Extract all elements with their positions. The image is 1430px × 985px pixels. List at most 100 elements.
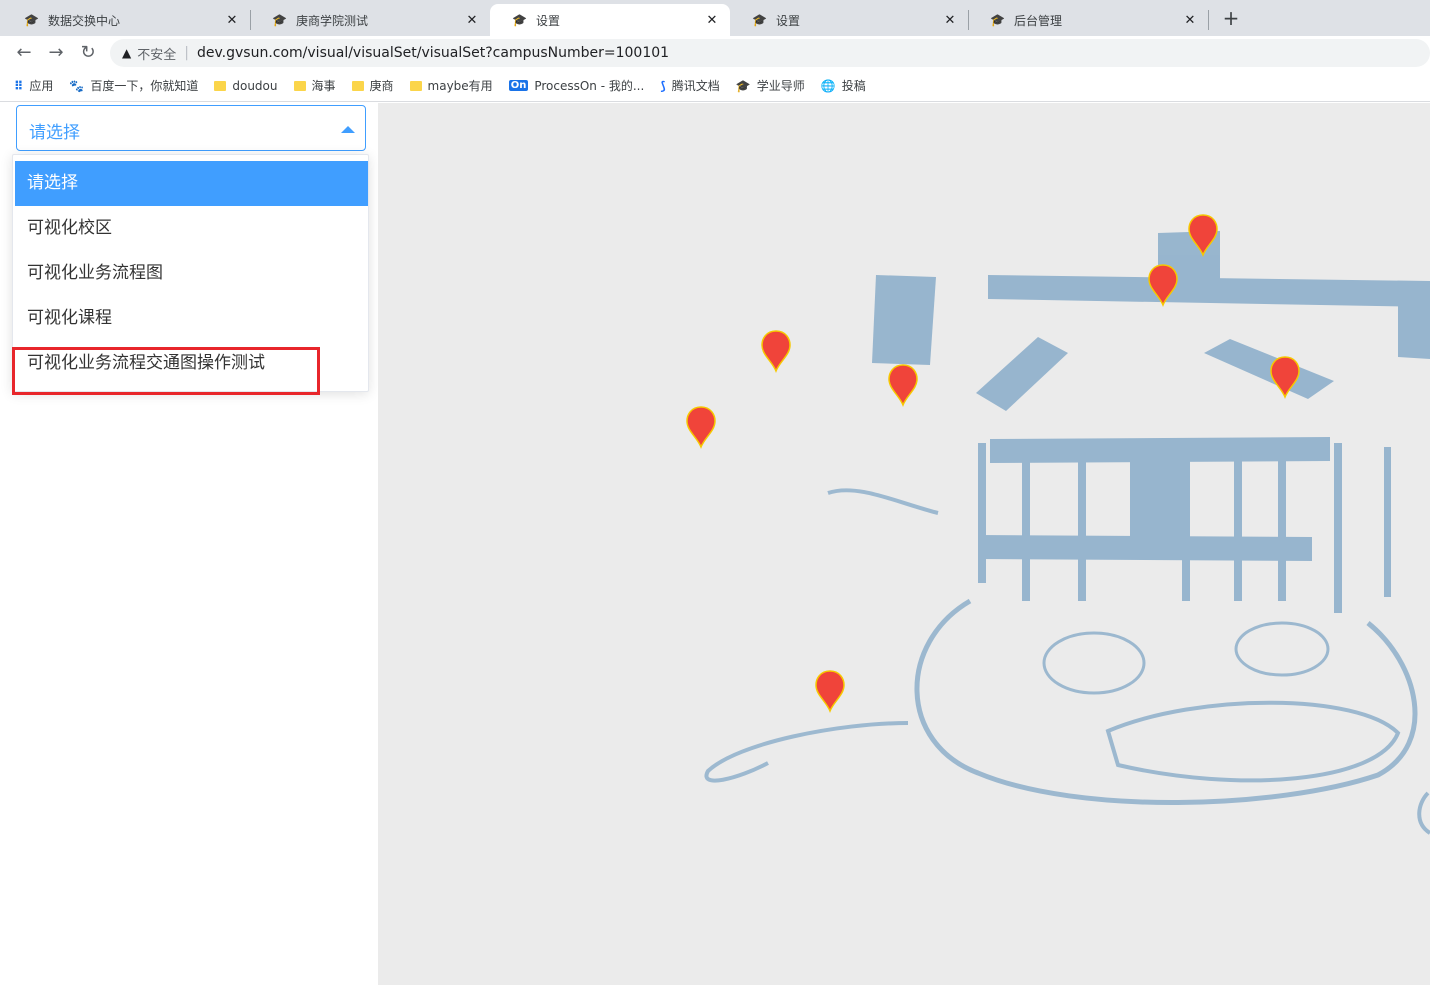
processon-icon: On	[508, 80, 529, 91]
apps-icon: ⠿	[14, 78, 24, 93]
bookmark-label: ProcessOn - 我的...	[534, 79, 645, 93]
close-icon[interactable]: ✕	[942, 13, 958, 28]
bookmark-label: maybe有用	[427, 79, 493, 93]
building-shape	[1078, 461, 1086, 601]
bookmark-label: 百度一下，你就知道	[90, 79, 199, 93]
bookmark-doudou[interactable]: doudou	[214, 78, 278, 93]
bookmark-label: 腾讯文档	[671, 79, 720, 93]
building-shape	[1130, 461, 1184, 537]
select-option[interactable]: 可视化校区	[15, 206, 368, 251]
browser-tab-4[interactable]: 🎓 设置 ✕	[730, 4, 968, 36]
type-select[interactable]: 请选择	[16, 105, 366, 151]
building-shape	[1384, 447, 1391, 597]
address-bar[interactable]: ▲ 不安全 | dev.gvsun.com/visual/visualSet/v…	[110, 39, 1430, 67]
close-icon[interactable]: ✕	[224, 13, 240, 28]
tencent-docs-icon: ⟆	[660, 78, 666, 93]
graduation-cap-icon: 🎓	[272, 13, 287, 27]
chevron-up-icon[interactable]	[341, 126, 355, 133]
page-content: 请选择 请选择 可视化校区 可视化业务流程图 可视化课程 可视化业务流程交通图操…	[0, 103, 1430, 985]
oval-field	[1105, 700, 1401, 783]
building-shape	[1334, 443, 1342, 613]
reload-icon[interactable]: ↻	[76, 41, 100, 65]
graduation-cap-icon: 🎓	[752, 13, 767, 27]
bookmark-tougao[interactable]: 🌐 投稿	[821, 77, 866, 94]
forward-arrow-icon[interactable]: →	[44, 41, 68, 65]
bookmark-gengshang[interactable]: 庚商	[351, 77, 394, 94]
browser-tab-1[interactable]: 🎓 数据交换中心 ✕	[2, 4, 250, 36]
map-shapes	[872, 231, 1430, 613]
graduation-cap-icon: 🎓	[512, 13, 527, 27]
bookmark-apps[interactable]: ⠿ 应用	[14, 77, 53, 94]
select-option[interactable]: 请选择	[15, 161, 368, 206]
browser-tab-strip: 🎓 数据交换中心 ✕ 🎓 庚商学院测试 ✕ 🎓 设置 ✕ 🎓 设置 ✕ 🎓 后台…	[0, 0, 1430, 36]
building-shape	[872, 275, 936, 365]
folder-icon	[409, 80, 422, 91]
bookmark-label: 庚商	[369, 79, 394, 93]
divider: |	[184, 45, 189, 61]
bookmark-label: 投稿	[841, 79, 866, 93]
road-curve	[827, 488, 939, 515]
building-shape	[978, 443, 986, 583]
graduation-cap-icon: 🎓	[990, 13, 1005, 27]
bookmarks-bar: ⠿ 应用 🐾 百度一下，你就知道 doudou 海事 庚商 maybe有用 On…	[0, 70, 1430, 102]
bookmark-maybe[interactable]: maybe有用	[409, 77, 493, 94]
graduation-cap-icon: 🎓	[24, 13, 39, 27]
building-shape	[1182, 461, 1190, 601]
bookmark-tencent-docs[interactable]: ⟆ 腾讯文档	[660, 77, 720, 94]
left-panel: 请选择 请选择 可视化校区 可视化业务流程图 可视化课程 可视化业务流程交通图操…	[0, 103, 378, 985]
bookmark-label: 学业导师	[756, 79, 805, 93]
folder-icon	[214, 80, 227, 91]
bookmark-xueye[interactable]: 🎓 学业导师	[736, 77, 805, 94]
select-option[interactable]: 可视化业务流程图	[15, 251, 368, 296]
tab-title: 设置	[536, 13, 561, 28]
back-arrow-icon[interactable]: ←	[12, 41, 36, 65]
browser-tab-5[interactable]: 🎓 后台管理 ✕	[968, 4, 1208, 36]
red-highlight-box	[12, 347, 320, 395]
close-icon[interactable]: ✕	[704, 13, 720, 28]
bookmark-haishi[interactable]: 海事	[293, 77, 336, 94]
building-shape	[1278, 461, 1286, 601]
graduation-cap-icon: 🎓	[735, 78, 751, 93]
tab-separator	[1208, 10, 1209, 30]
road-curve	[1417, 791, 1430, 835]
bookmark-processon[interactable]: On ProcessOn - 我的...	[508, 77, 645, 94]
road-curve	[704, 721, 909, 783]
tab-title: 设置	[776, 13, 801, 28]
browser-tab-2[interactable]: 🎓 庚商学院测试 ✕	[250, 4, 490, 36]
folder-icon	[351, 80, 364, 91]
warning-triangle-icon[interactable]: ▲	[122, 46, 131, 60]
building-shape	[1234, 461, 1242, 601]
bookmark-label: 海事	[311, 79, 336, 93]
building-shape	[990, 437, 1330, 463]
baidu-icon: 🐾	[69, 78, 85, 93]
browser-toolbar: ← → ↻ ▲ 不安全 | dev.gvsun.com/visual/visua…	[0, 36, 1430, 70]
tab-title: 庚商学院测试	[296, 13, 369, 28]
map-marker-icon[interactable]	[888, 364, 918, 408]
close-icon[interactable]: ✕	[464, 13, 480, 28]
campus-map-drawing	[686, 214, 1430, 835]
round-building	[1234, 621, 1330, 677]
security-label[interactable]: 不安全	[137, 44, 176, 63]
folder-icon	[293, 80, 306, 91]
tab-title: 后台管理	[1014, 13, 1063, 28]
bookmark-baidu[interactable]: 🐾 百度一下，你就知道	[69, 77, 198, 94]
globe-icon: 🌐	[820, 78, 836, 93]
map-marker-icon[interactable]	[761, 330, 791, 374]
new-tab-plus-icon[interactable]: +	[1218, 6, 1244, 32]
building-shape	[1204, 339, 1334, 399]
bookmark-label: 应用	[29, 79, 54, 93]
building-shape	[1022, 461, 1030, 601]
browser-tab-3-active[interactable]: 🎓 设置 ✕	[490, 4, 730, 36]
round-building	[1042, 631, 1146, 695]
map-marker-icon[interactable]	[815, 670, 845, 714]
building-shape	[1398, 283, 1430, 359]
close-icon[interactable]: ✕	[1182, 13, 1198, 28]
bookmark-label: doudou	[232, 78, 278, 93]
select-option[interactable]: 可视化课程	[15, 296, 368, 341]
building-shape	[976, 337, 1068, 411]
select-value: 请选择	[29, 123, 80, 143]
tab-title: 数据交换中心	[48, 13, 121, 28]
url-text[interactable]: dev.gvsun.com/visual/visualSet/visualSet…	[197, 45, 669, 61]
campus-map[interactable]	[378, 103, 1430, 985]
map-marker-icon[interactable]	[686, 406, 716, 450]
